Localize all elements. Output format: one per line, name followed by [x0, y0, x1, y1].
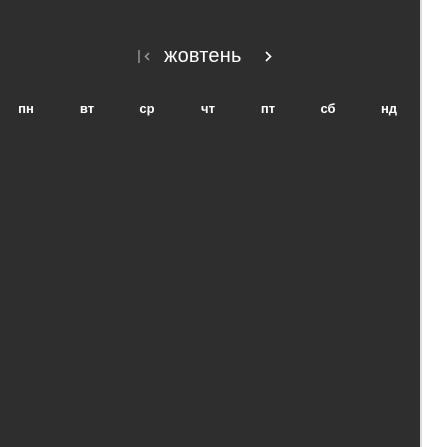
- weekday-sun: нд: [380, 101, 398, 116]
- chevron-right-icon: [265, 51, 272, 62]
- weekday-tue: вт: [79, 101, 95, 116]
- panel-edge-divider: [420, 0, 422, 447]
- calendar-panel: жовтень пн вт ср чт пт сб нд: [0, 0, 420, 447]
- calendar-header: жовтень: [0, 40, 420, 72]
- previous-month-button[interactable]: [136, 46, 154, 66]
- weekday-wed: ср: [139, 101, 155, 116]
- month-title: жовтень: [164, 45, 242, 67]
- next-month-button[interactable]: [262, 46, 276, 66]
- day-grid: [0, 130, 420, 430]
- first-page-icon: [138, 50, 150, 63]
- weekday-sat: сб: [320, 101, 336, 116]
- weekday-thu: чт: [201, 101, 215, 116]
- weekday-mon: пн: [18, 101, 34, 116]
- weekday-row: пн вт ср чт пт сб нд: [0, 98, 420, 120]
- weekday-fri: пт: [260, 101, 276, 116]
